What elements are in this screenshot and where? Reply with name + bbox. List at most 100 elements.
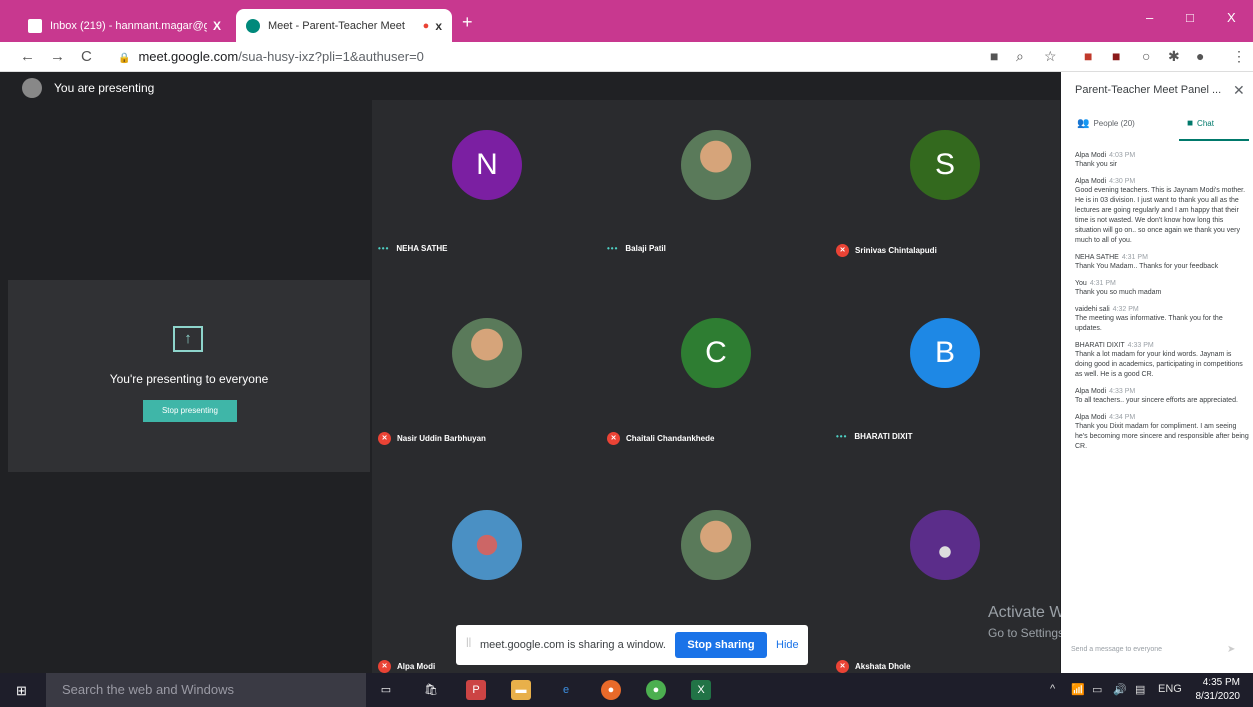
close-window-button[interactable]: X [1227,10,1236,25]
lock-icon: 🔒 [118,53,131,64]
stop-sharing-button[interactable]: Stop sharing [675,632,767,658]
hide-button[interactable]: Hide [776,639,799,651]
url-field[interactable]: 🔒 meet.google.com/sua-husy-ixz?pli=1&auth… [118,49,424,64]
taskbar-search-input[interactable]: Search the web and Windows [46,673,366,707]
tab-gmail[interactable]: Inbox (219) - hanmant.magar@g X [18,9,231,42]
mic-off-icon: ✕ [836,244,849,257]
message-sender: Alpa Modi [1075,178,1107,185]
message-header: vaidehi sali 4:32 PM [1075,306,1249,313]
excel-icon[interactable]: X [691,680,711,700]
active-tab-indicator [1179,139,1249,141]
participant-name: Srinivas Chintalapudi [855,246,937,255]
audio-dots-icon: ••• [607,244,619,253]
stop-presenting-button[interactable]: Stop presenting [143,400,237,422]
message-sender: Alpa Modi [1075,152,1107,159]
message-header: Alpa Modi 4:33 PM [1075,388,1249,395]
participant-tile[interactable]: ✕ Nasir Uddin Barbhuyan [372,288,601,473]
tab-close-button[interactable]: x [435,19,442,33]
powerpoint-icon[interactable]: P [466,680,486,700]
back-button[interactable]: ← [20,48,35,65]
battery-icon[interactable]: ▭ [1092,683,1102,696]
participant-name: Chaitali Chandankhede [626,434,715,443]
avatar: N [452,130,522,200]
puzzle-icon[interactable]: ✱ [1168,48,1180,65]
task-view-icon[interactable]: ▭ [376,680,396,700]
avatar: S [910,130,980,200]
message-time: 4:30 PM [1109,178,1136,185]
message-sender: vaidehi sali [1075,306,1110,313]
taskbar-clock[interactable]: 4:35 PM 8/31/2020 [1190,676,1241,704]
input-language[interactable]: ENG [1158,683,1182,695]
send-icon[interactable]: ➤ [1227,644,1235,655]
message-text: Good evening teachers. This is Jaynam Mo… [1075,187,1246,244]
meet-stage: You are presenting ↑ You're presenting t… [0,72,1177,673]
presenting-message: You're presenting to everyone [109,372,269,386]
forward-button[interactable]: → [50,48,65,65]
tab-close-button[interactable]: X [213,19,221,33]
chrome-icon[interactable]: ● [646,680,666,700]
extension-circle-icon[interactable]: ○ [1142,48,1150,64]
audio-dots-icon: ••• [378,244,390,253]
maximize-button[interactable]: □ [1186,10,1194,25]
new-tab-button[interactable]: + [462,12,473,33]
avatar [681,510,751,580]
message-text: To all teachers.. your sincere efforts a… [1075,397,1238,404]
participant-tile[interactable]: S ✕ Srinivas Chintalapudi [830,100,1059,285]
bookmark-star-icon[interactable]: ☆ [1044,48,1057,65]
drag-handle[interactable]: || [466,637,471,648]
profile-avatar-icon[interactable]: ● [1196,48,1204,64]
chat-message: Alpa Modi 4:34 PM Thank you Dixit madam f… [1075,414,1249,452]
store-icon[interactable]: 🛍 [421,680,441,700]
message-header: Alpa Modi 4:03 PM [1075,152,1249,159]
extension-icon[interactable]: ■ [1084,48,1092,64]
clock-date: 8/31/2020 [1195,691,1241,702]
network-icon[interactable]: 📶 [1071,683,1085,696]
participant-tile[interactable]: B ••• BHARATI DIXIT [830,288,1059,473]
chat-message: Alpa Modi 4:03 PM Thank you sir [1075,152,1249,170]
participant-tile[interactable]: C ✕ Chaitali Chandankhede [601,288,830,473]
camera-icon[interactable]: ■ [990,48,998,64]
volume-icon[interactable]: 🔊 [1113,683,1127,696]
avatar: B [910,318,980,388]
chat-message-input[interactable]: Send a message to everyone [1071,646,1162,653]
chat-message: NEHA SATHE 4:31 PM Thank You Madam.. Than… [1075,254,1249,272]
url-path: /sua-husy-ixz?pli=1&authuser=0 [238,49,424,64]
zoom-icon[interactable]: ⌕ [1016,48,1024,65]
message-text: Thank you Dixit madam for compliment. I … [1075,423,1249,450]
avatar: C [681,318,751,388]
participant-tile[interactable]: N ••• NEHA SATHE [372,100,601,285]
participant-tile[interactable]: ••• Balaji Patil [601,100,830,285]
tab-title: Meet - Parent-Teacher Meet [268,19,405,32]
minimize-button[interactable]: – [1146,10,1153,25]
message-time: 4:31 PM [1089,280,1116,287]
message-header: NEHA SATHE 4:31 PM [1075,254,1249,261]
message-time: 4:31 PM [1121,254,1148,261]
message-text: Thank you so much madam [1075,289,1162,296]
edge-icon[interactable]: e [556,680,576,700]
participant-label: ••• Balaji Patil [607,244,666,253]
chat-panel: Parent-Teacher Meet Panel ... ✕ 👥 People… [1061,72,1253,673]
chat-message: Alpa Modi 4:30 PM Good evening teachers. … [1075,178,1249,246]
file-explorer-icon[interactable]: ▬ [511,680,531,700]
reload-button[interactable]: C [81,48,92,65]
message-header: BHARATI DIXIT 4:33 PM [1075,342,1249,349]
pdf-extension-icon[interactable]: ■ [1112,48,1120,64]
message-time: 4:32 PM [1112,306,1139,313]
close-panel-button[interactable]: ✕ [1233,82,1245,99]
menu-kebab-icon[interactable]: ⋮ [1232,48,1246,65]
sharing-message: meet.google.com is sharing a window. [480,639,666,651]
chat-message: vaidehi sali 4:32 PM The meeting was info… [1075,306,1249,334]
chat-messages: Alpa Modi 4:03 PM Thank you sir Alpa Modi… [1075,152,1249,460]
windows-start-icon[interactable]: ⊞ [16,683,27,699]
tray-chevron-icon[interactable]: ^ [1050,683,1055,695]
chat-message: Alpa Modi 4:33 PM To all teachers.. your … [1075,388,1249,406]
avatar [910,510,980,580]
chat-message: You 4:31 PM Thank you so much madam [1075,280,1249,298]
participant-label: ✕ Srinivas Chintalapudi [836,244,937,257]
url-host: meet.google.com [138,49,239,64]
tab-people[interactable]: 👥 People (20) [1077,118,1135,129]
notifications-icon[interactable]: ▤ [1135,683,1145,696]
firefox-icon[interactable]: ● [601,680,621,700]
tab-meet[interactable]: Meet - Parent-Teacher Meet ● x [236,9,452,42]
tab-chat[interactable]: ■ Chat [1187,118,1214,129]
